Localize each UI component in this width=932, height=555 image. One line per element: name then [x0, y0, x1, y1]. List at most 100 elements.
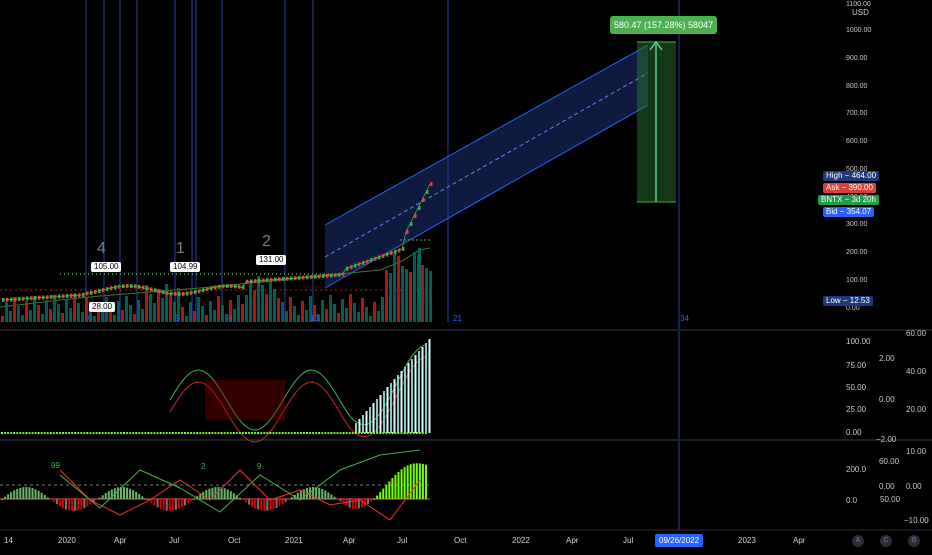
volume-bar	[141, 309, 144, 322]
histogram-bar	[376, 399, 378, 433]
volume-bar	[5, 302, 8, 322]
pane3-bar	[98, 497, 101, 499]
pane3-bar	[248, 499, 251, 505]
time-tick: Oct	[454, 536, 467, 545]
volume-bar	[165, 284, 168, 322]
histogram-bar	[425, 343, 427, 433]
signal-dot	[119, 431, 123, 435]
bar-count-5: 5	[175, 314, 180, 323]
histogram-bar	[379, 395, 382, 433]
signal-dot	[147, 431, 150, 435]
volume-bar	[293, 306, 296, 322]
signal-dot	[46, 431, 49, 435]
signal-dot	[122, 431, 126, 435]
pane3-bar	[266, 499, 269, 511]
pane3-bar	[327, 492, 330, 499]
signal-dot	[7, 431, 10, 435]
price-tick-label: 700.00	[846, 110, 868, 117]
volume-bar	[189, 302, 192, 322]
wave-label-1: 1	[176, 240, 185, 257]
price-label-3: 131.00	[256, 255, 287, 265]
pane3-bar	[95, 499, 98, 500]
wave-label-2: 2	[262, 233, 271, 250]
volume-bar	[237, 295, 240, 322]
pane2-right-60: 60.00	[906, 329, 927, 338]
volume-bar	[393, 253, 396, 322]
pane3-bar	[284, 499, 287, 502]
pane2-left-50: 50.00	[846, 383, 867, 392]
pane3-bar	[324, 490, 327, 499]
pane3-bar	[71, 499, 74, 511]
bar-count-21: 21	[453, 314, 462, 323]
histogram-bar	[414, 355, 417, 433]
candle	[430, 182, 433, 186]
pane2-left-25: 25.00	[846, 405, 867, 414]
signal-dot	[25, 431, 28, 435]
pane3-bar	[299, 490, 302, 499]
histogram-bar	[355, 423, 357, 433]
pane3-bar	[123, 487, 125, 499]
signal-dot	[418, 431, 421, 435]
time-tick: Jul	[623, 536, 634, 545]
pane3-bar	[28, 487, 31, 499]
histogram-bar	[397, 375, 399, 433]
pane3-bar	[7, 494, 10, 499]
signal-dot	[74, 431, 77, 435]
signal-dot	[135, 431, 138, 435]
pane3-line2	[59, 449, 421, 513]
pane3-bar	[10, 492, 13, 499]
seq-label-9: 9	[257, 462, 262, 471]
signal-dot	[177, 431, 180, 435]
volume-bar	[321, 300, 324, 322]
settings-gear-icon[interactable]: ⚙	[908, 535, 920, 547]
pane3-bar	[269, 499, 272, 511]
volume-bar	[385, 270, 388, 322]
signal-dot	[302, 431, 306, 435]
volume-bar	[357, 312, 360, 322]
pane3-bar	[55, 499, 58, 505]
pane3-bar	[275, 499, 278, 509]
price-tick-label: 1000.00	[846, 27, 871, 34]
signal-dot	[77, 431, 80, 435]
price-tick-label: 100.00	[846, 277, 868, 284]
chart-svg[interactable]: 1100.001000.00900.00800.00700.00600.0050…	[0, 0, 932, 550]
signal-dot	[0, 431, 4, 435]
pane3-bar	[74, 499, 77, 511]
pane3-bar	[165, 499, 168, 511]
volume-bar	[245, 295, 248, 322]
signal-dot	[98, 431, 101, 435]
pane3-bar	[13, 490, 16, 499]
pane3-bar	[370, 499, 373, 502]
pane2-right-20: 20.00	[906, 405, 927, 414]
signal-dot	[235, 431, 238, 435]
signal-dot	[202, 431, 205, 435]
pane3-bar	[65, 499, 68, 510]
pane3-bar	[46, 497, 49, 499]
pane3-bar	[168, 499, 171, 511]
signal-dot	[37, 431, 40, 435]
signal-dot	[153, 431, 156, 435]
pane3-bar	[199, 493, 202, 499]
signal-dot	[58, 431, 62, 435]
currency-label: USD	[852, 8, 869, 17]
chart-canvas[interactable]: 1100.00 1000.00 900.00 800.00 700.00 600.00 50…	[0, 0, 932, 550]
signal-dot	[369, 431, 373, 435]
volume-bar	[325, 309, 328, 322]
pane3-bar	[107, 491, 110, 499]
signal-dot	[40, 431, 43, 435]
volume-bar	[61, 313, 64, 322]
signal-dot	[254, 431, 257, 435]
price-tick-label: 800.00	[846, 83, 868, 90]
pane3-bar	[4, 496, 7, 499]
signal-dot	[52, 431, 55, 435]
pane3-bar	[238, 497, 241, 499]
signal-dot	[296, 431, 299, 435]
volume-bar	[341, 299, 344, 322]
volume-bar	[377, 311, 380, 322]
volume-bar	[41, 314, 44, 322]
volume-bar	[81, 312, 84, 322]
signal-dot	[232, 431, 235, 435]
volume-bar	[277, 298, 280, 322]
pane3-bar	[257, 499, 260, 510]
signal-dot	[281, 431, 284, 435]
